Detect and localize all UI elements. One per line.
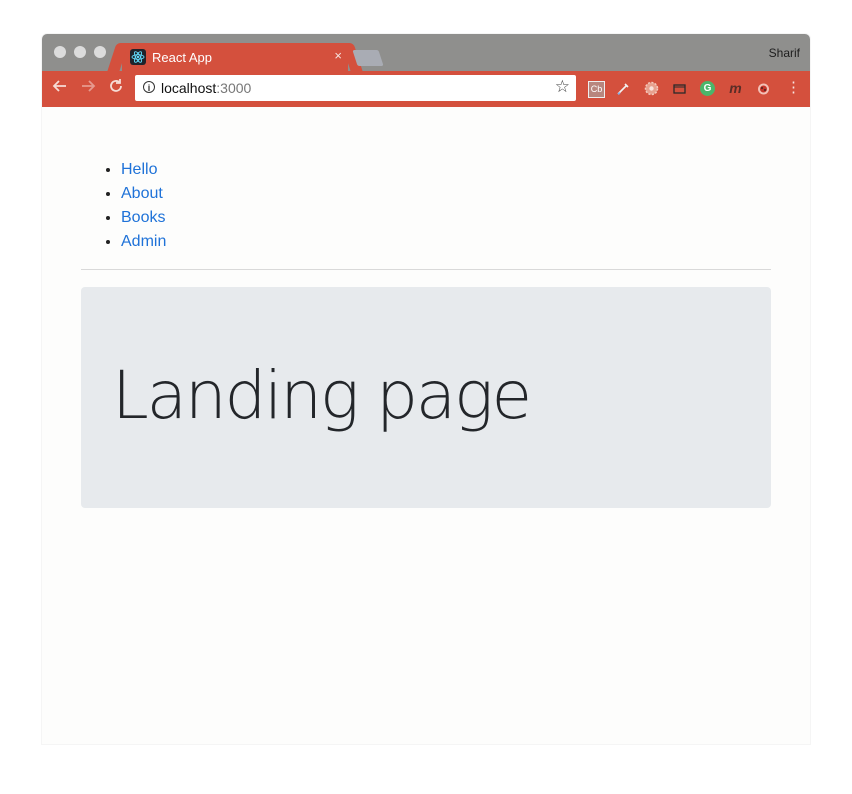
grammarly-icon[interactable]: G: [700, 81, 715, 96]
new-tab-button[interactable]: [352, 50, 384, 66]
nav-link-books[interactable]: Books: [121, 209, 165, 226]
kebab-menu-icon[interactable]: ⋮: [786, 79, 801, 97]
back-arrow-icon[interactable]: [52, 78, 68, 99]
nav-link-admin[interactable]: Admin: [121, 233, 166, 250]
nav-link-about[interactable]: About: [121, 185, 163, 202]
window-icon[interactable]: [672, 81, 687, 96]
close-window-button[interactable]: [54, 46, 66, 58]
bookmark-star-icon[interactable]: ☆: [555, 77, 570, 97]
page-content: Hello About Books Admin Landing page: [42, 107, 810, 744]
nav-link-hello[interactable]: Hello: [121, 161, 157, 178]
minimize-window-button[interactable]: [74, 46, 86, 58]
tab-title: React App: [152, 50, 212, 65]
profile-name[interactable]: Sharif: [769, 46, 800, 60]
browser-window: React App × Sharif i localhost:3000 ☆ Cb: [42, 34, 810, 744]
info-icon[interactable]: i: [143, 81, 155, 93]
jumbotron: Landing page: [81, 287, 771, 508]
address-bar[interactable]: i localhost:3000 ☆: [135, 75, 576, 101]
browser-toolbar: i localhost:3000 ☆ Cb G m ⋮: [42, 71, 810, 107]
nav-item-hello: Hello: [121, 158, 166, 182]
nav-item-books: Books: [121, 206, 166, 230]
cb-extension-icon[interactable]: Cb: [588, 81, 605, 98]
forward-arrow-icon[interactable]: [80, 78, 96, 99]
title-bar: React App × Sharif: [42, 34, 810, 71]
nav-item-about: About: [121, 182, 166, 206]
ladybug-icon[interactable]: [756, 81, 771, 96]
maximize-window-button[interactable]: [94, 46, 106, 58]
react-icon: [130, 49, 146, 65]
page-heading: Landing page: [112, 357, 532, 434]
nav-item-admin: Admin: [121, 230, 166, 254]
url-text[interactable]: localhost:3000: [161, 80, 251, 96]
pipette-icon[interactable]: [616, 81, 631, 96]
reload-icon[interactable]: [108, 78, 124, 99]
gear-badge-icon[interactable]: [644, 81, 659, 96]
nav-list: Hello About Books Admin: [82, 158, 166, 254]
divider: [81, 269, 771, 270]
m-icon[interactable]: m: [728, 81, 743, 96]
browser-tab[interactable]: React App ×: [122, 43, 348, 71]
tab-close-icon[interactable]: ×: [334, 48, 342, 63]
